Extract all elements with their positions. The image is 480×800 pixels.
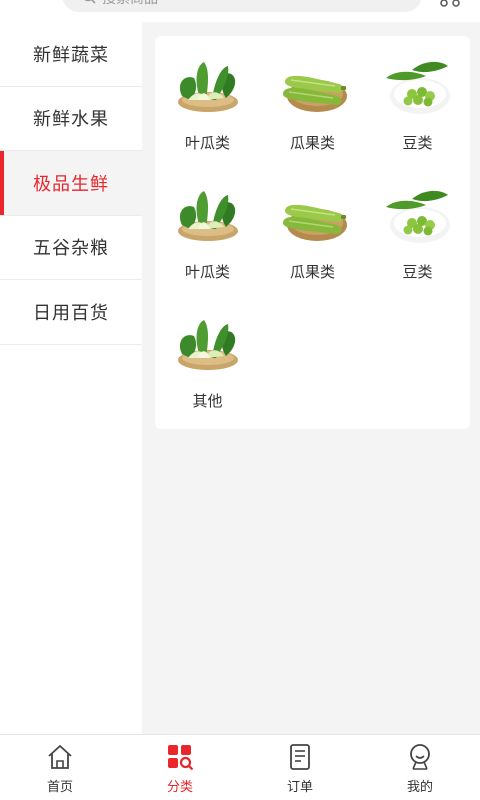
category-item[interactable]: 其他	[155, 294, 260, 423]
edamame-image	[382, 56, 454, 116]
category-item-label: 其他	[192, 392, 223, 410]
top-bar: 搜索商品	[0, 0, 480, 22]
tab-orders[interactable]: 订单	[240, 735, 360, 800]
tab-category-label: 分类	[166, 780, 193, 795]
bottom-tab-bar: 首页 分类 订单 我的	[0, 734, 480, 800]
tab-category[interactable]: 分类	[120, 735, 240, 800]
category-item[interactable]: 瓜果类	[260, 36, 365, 165]
zucchini-image	[277, 56, 349, 116]
category-item[interactable]: 豆类	[365, 36, 470, 165]
category-sidebar: 新鲜蔬菜 新鲜水果 极品生鲜 五谷杂粮 日用百货	[0, 22, 142, 734]
tab-home-label: 首页	[46, 780, 73, 795]
bok-choy-image	[172, 185, 244, 245]
sidebar-item-grains[interactable]: 五谷杂粮	[0, 216, 142, 280]
tab-orders-label: 订单	[286, 780, 313, 795]
category-item-label: 豆类	[402, 134, 433, 152]
search-icon	[84, 0, 96, 4]
search-input[interactable]: 搜索商品	[62, 0, 422, 12]
edamame-image	[382, 185, 454, 245]
sidebar-item-fresh-fruits[interactable]: 新鲜水果	[0, 87, 142, 151]
tab-profile-label: 我的	[406, 780, 433, 795]
tab-profile[interactable]: 我的	[360, 735, 480, 800]
bok-choy-image	[172, 314, 244, 374]
category-item-label: 瓜果类	[289, 134, 335, 152]
category-item[interactable]: 叶瓜类	[155, 165, 260, 294]
category-item-label: 豆类	[402, 263, 433, 281]
category-item-label: 叶瓜类	[184, 134, 230, 152]
order-icon	[290, 744, 310, 770]
category-item[interactable]: 豆类	[365, 165, 470, 294]
sidebar-item-premium-fresh[interactable]: 极品生鲜	[0, 151, 142, 216]
category-icon	[168, 745, 194, 771]
tab-home[interactable]: 首页	[0, 735, 120, 800]
search-placeholder: 搜索商品	[102, 0, 158, 8]
category-panel: 叶瓜类 瓜果类 豆类 叶瓜类 瓜果类 豆类 其他	[155, 36, 470, 429]
more-icon[interactable]	[438, 0, 462, 10]
category-item-label: 叶瓜类	[184, 263, 230, 281]
category-item[interactable]: 叶瓜类	[155, 36, 260, 165]
bok-choy-image	[172, 56, 244, 116]
zucchini-image	[277, 185, 349, 245]
category-item-label: 瓜果类	[289, 263, 335, 281]
profile-icon	[410, 744, 430, 770]
sidebar-item-daily-goods[interactable]: 日用百货	[0, 280, 142, 345]
category-item[interactable]: 瓜果类	[260, 165, 365, 294]
sidebar-item-fresh-vegetables[interactable]: 新鲜蔬菜	[0, 22, 142, 87]
home-icon	[48, 745, 72, 769]
